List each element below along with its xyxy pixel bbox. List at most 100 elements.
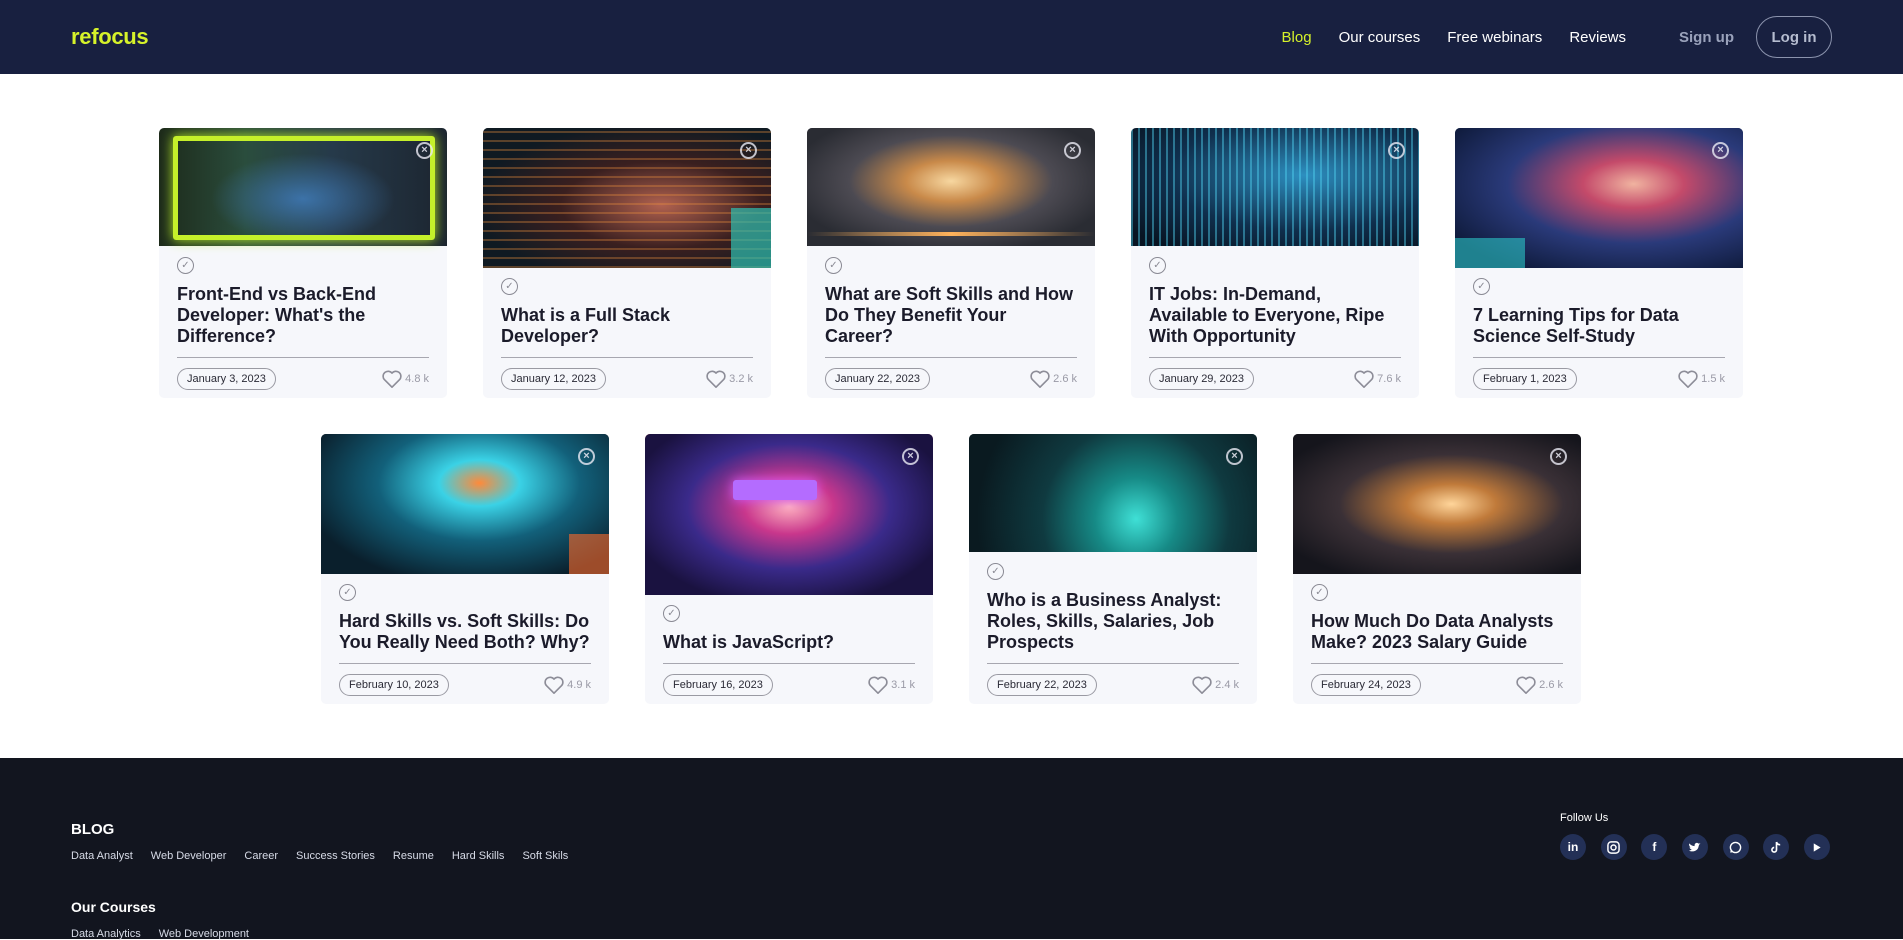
card-body: ✓ What is JavaScript? February 16, 2023 …	[645, 595, 933, 704]
check-icon[interactable]: ✓	[339, 584, 356, 601]
footer-link-success-stories[interactable]: Success Stories	[296, 850, 375, 862]
check-icon[interactable]: ✓	[663, 605, 680, 622]
card-body: ✓ Who is a Business Analyst: Roles, Skil…	[969, 552, 1257, 704]
likes[interactable]: 3.2 k	[705, 369, 753, 389]
check-icon[interactable]: ✓	[825, 257, 842, 274]
light-streak	[807, 232, 1095, 236]
post-thumbnail[interactable]: ×	[159, 128, 447, 246]
blog-card[interactable]: × ✓ IT Jobs: In-Demand, Available to Eve…	[1131, 128, 1419, 398]
post-title[interactable]: IT Jobs: In-Demand, Available to Everyon…	[1149, 284, 1401, 358]
post-thumbnail[interactable]: ×	[1455, 128, 1743, 268]
youtube-icon[interactable]	[1803, 834, 1830, 860]
footer-link-web-development[interactable]: Web Development	[159, 928, 249, 940]
close-icon[interactable]: ×	[1064, 142, 1081, 159]
likes[interactable]: 1.5 k	[1677, 369, 1725, 389]
blog-card[interactable]: × ✓ 7 Learning Tips for Data Science Sel…	[1455, 128, 1743, 398]
blog-card[interactable]: × ✓ Hard Skills vs. Soft Skills: Do You …	[321, 434, 609, 704]
post-title[interactable]: How Much Do Data Analysts Make? 2023 Sal…	[1311, 611, 1563, 664]
likes-count: 1.5 k	[1701, 373, 1725, 385]
nav-free-webinars[interactable]: Free webinars	[1447, 29, 1542, 46]
post-title[interactable]: Who is a Business Analyst: Roles, Skills…	[987, 590, 1239, 664]
post-title[interactable]: Front-End vs Back-End Developer: What's …	[177, 284, 429, 358]
post-title[interactable]: Hard Skills vs. Soft Skills: Do You Real…	[339, 611, 591, 664]
close-icon[interactable]: ×	[902, 448, 919, 465]
likes[interactable]: 2.6 k	[1515, 675, 1563, 695]
close-icon[interactable]: ×	[416, 142, 433, 159]
post-thumbnail[interactable]: ×	[807, 128, 1095, 246]
nav-our-courses[interactable]: Our courses	[1339, 29, 1421, 46]
likes[interactable]: 4.8 k	[381, 369, 429, 389]
likes-count: 4.8 k	[405, 373, 429, 385]
post-thumbnail[interactable]: ×	[483, 128, 771, 268]
nav-reviews[interactable]: Reviews	[1569, 29, 1626, 46]
check-icon[interactable]: ✓	[1149, 257, 1166, 274]
heart-icon	[544, 676, 564, 694]
logo[interactable]: refocus	[71, 24, 149, 50]
post-thumbnail[interactable]: ×	[321, 434, 609, 574]
blog-card[interactable]: × ✓ What is JavaScript? February 16, 202…	[645, 434, 933, 704]
likes-count: 2.6 k	[1053, 373, 1077, 385]
likes[interactable]: 7.6 k	[1353, 369, 1401, 389]
footer-link-hard-skills[interactable]: Hard Skills	[452, 850, 505, 862]
instagram-icon[interactable]	[1600, 834, 1627, 860]
linkedin-icon[interactable]: in	[1560, 834, 1586, 860]
site-header: refocus Blog Our courses Free webinars R…	[0, 0, 1903, 74]
footer-link-web-developer[interactable]: Web Developer	[151, 850, 227, 862]
footer-blog-heading: BLOG	[71, 821, 115, 838]
card-meta: February 1, 2023 1.5 k	[1473, 358, 1725, 390]
card-body: ✓ What is a Full Stack Developer? Januar…	[483, 268, 771, 398]
follow-us: Follow Us in f	[1560, 812, 1830, 860]
post-title[interactable]: What is a Full Stack Developer?	[501, 305, 753, 358]
tiktok-icon[interactable]	[1763, 834, 1790, 860]
signup-link[interactable]: Sign up	[1679, 29, 1734, 46]
footer-link-data-analytics[interactable]: Data Analytics	[71, 928, 141, 940]
post-thumbnail[interactable]: ×	[1131, 128, 1419, 246]
post-date: January 29, 2023	[1149, 368, 1255, 390]
card-meta: February 10, 2023 4.9 k	[339, 664, 591, 696]
likes[interactable]: 3.1 k	[867, 675, 915, 695]
blog-card[interactable]: × ✓ What is a Full Stack Developer? Janu…	[483, 128, 771, 398]
close-icon[interactable]: ×	[1550, 448, 1567, 465]
card-meta: February 24, 2023 2.6 k	[1311, 664, 1563, 696]
facebook-icon[interactable]: f	[1641, 834, 1668, 860]
footer-link-career[interactable]: Career	[244, 850, 278, 862]
card-meta: February 16, 2023 3.1 k	[663, 664, 915, 696]
blog-card[interactable]: × ✓ How Much Do Data Analysts Make? 2023…	[1293, 434, 1581, 704]
post-thumbnail[interactable]: ×	[1293, 434, 1581, 574]
check-icon[interactable]: ✓	[1473, 278, 1490, 295]
post-date: January 12, 2023	[501, 368, 607, 390]
footer-link-data-analyst[interactable]: Data Analyst	[71, 850, 133, 862]
footer-link-resume[interactable]: Resume	[393, 850, 434, 862]
close-icon[interactable]: ×	[1226, 448, 1243, 465]
teal-glow	[1455, 238, 1525, 268]
post-title[interactable]: 7 Learning Tips for Data Science Self-St…	[1473, 305, 1725, 358]
likes[interactable]: 2.6 k	[1029, 369, 1077, 389]
close-icon[interactable]: ×	[578, 448, 595, 465]
post-thumbnail[interactable]: ×	[645, 434, 933, 595]
likes[interactable]: 4.9 k	[543, 675, 591, 695]
check-icon[interactable]: ✓	[501, 278, 518, 295]
blog-card[interactable]: × ✓ What are Soft Skills and How Do They…	[807, 128, 1095, 398]
likes[interactable]: 2.4 k	[1191, 675, 1239, 695]
check-icon[interactable]: ✓	[177, 257, 194, 274]
post-date: February 22, 2023	[987, 674, 1097, 696]
heart-icon	[1678, 370, 1698, 388]
heart-icon	[1030, 370, 1050, 388]
card-body: ✓ 7 Learning Tips for Data Science Self-…	[1455, 268, 1743, 398]
check-icon[interactable]: ✓	[1311, 584, 1328, 601]
close-icon[interactable]: ×	[1712, 142, 1729, 159]
check-icon[interactable]: ✓	[987, 563, 1004, 580]
site-footer: BLOG Data Analyst Web Developer Career S…	[0, 758, 1903, 940]
close-icon[interactable]: ×	[1388, 142, 1405, 159]
post-title[interactable]: What are Soft Skills and How Do They Ben…	[825, 284, 1077, 358]
footer-link-soft-skils[interactable]: Soft Skils	[522, 850, 568, 862]
close-icon[interactable]: ×	[740, 142, 757, 159]
twitter-icon[interactable]	[1681, 834, 1708, 860]
blog-card[interactable]: × ✓ Front-End vs Back-End Developer: Wha…	[159, 128, 447, 398]
nav-blog[interactable]: Blog	[1282, 29, 1312, 46]
post-title[interactable]: What is JavaScript?	[663, 632, 915, 664]
login-button[interactable]: Log in	[1756, 16, 1832, 58]
blog-card[interactable]: × ✓ Who is a Business Analyst: Roles, Sk…	[969, 434, 1257, 704]
whatsapp-icon[interactable]	[1722, 834, 1749, 860]
post-thumbnail[interactable]: ×	[969, 434, 1257, 552]
